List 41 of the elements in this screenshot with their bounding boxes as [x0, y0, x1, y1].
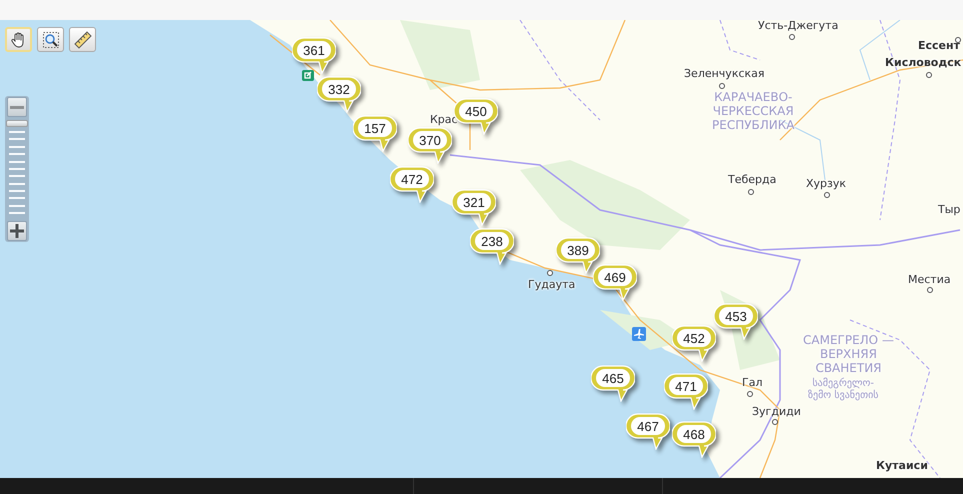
map-marker[interactable]: 321 [452, 188, 496, 226]
map-marker[interactable]: 471 [664, 372, 708, 410]
map-marker[interactable]: 469 [593, 263, 637, 301]
sign-icon [302, 70, 314, 81]
place-label: Ессент [918, 40, 960, 53]
map-marker[interactable]: 453 [714, 302, 758, 340]
map-marker[interactable]: 452 [672, 324, 716, 362]
plus-icon [10, 224, 24, 238]
airplane-icon [632, 327, 646, 341]
zoom-box-icon [42, 30, 60, 48]
map-tool-button[interactable] [5, 27, 32, 52]
place-label: Тыр [938, 204, 960, 217]
place-label: Теберда [728, 174, 776, 187]
place-label: Хурзук [806, 178, 846, 191]
place-label: Местиа [908, 274, 951, 287]
map-marker[interactable]: 238 [470, 227, 514, 265]
map-marker[interactable]: 370 [408, 126, 452, 164]
region-label: САМЕГРЕЛО — ВЕРХНЯЯ СВАНЕТИЯ [803, 334, 894, 376]
map-marker[interactable]: 472 [390, 165, 434, 203]
map-marker[interactable]: 465 [591, 364, 635, 402]
ruler-icon [74, 30, 92, 48]
place-label: Гал [742, 377, 762, 390]
minus-icon [10, 106, 24, 108]
map-tool-button[interactable] [69, 27, 96, 52]
place-label: Зеленчукская [684, 68, 765, 81]
map-tool-button[interactable] [37, 27, 64, 52]
map-marker[interactable]: 157 [353, 114, 397, 152]
map-marker[interactable]: 467 [626, 412, 670, 450]
place-label: Усть-Джегута [758, 20, 838, 33]
map-marker[interactable]: 389 [556, 236, 600, 274]
map-marker[interactable]: 361 [292, 36, 336, 74]
place-label: Гудаута [528, 279, 576, 292]
zoom-out-button[interactable] [7, 97, 27, 117]
region-label: სამეგრელო- ზემო სვანეთის [808, 378, 878, 401]
town-dot [772, 419, 778, 425]
map-marker[interactable]: 468 [672, 420, 716, 458]
town-dot [547, 270, 553, 276]
place-label: Кутаиси [876, 460, 928, 473]
zoom-in-button[interactable] [7, 221, 27, 241]
map-marker[interactable]: 332 [317, 75, 361, 113]
zoom-slider-thumb[interactable] [6, 120, 28, 127]
